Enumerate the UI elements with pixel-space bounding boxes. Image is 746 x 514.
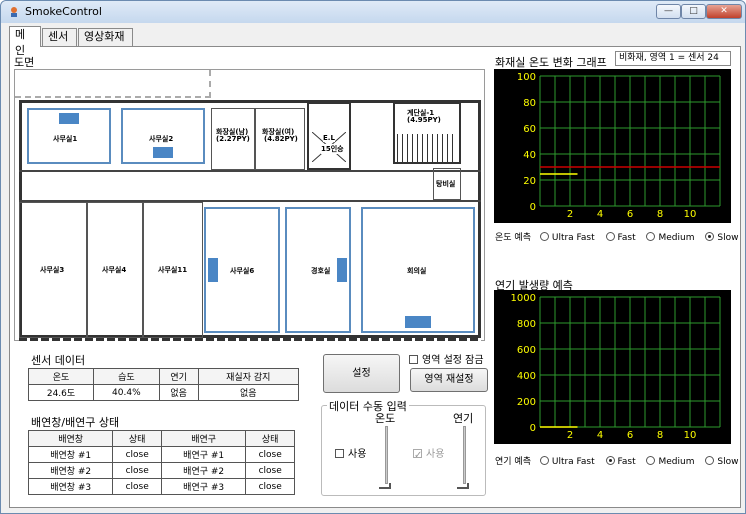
- sensor-marker: [405, 316, 431, 328]
- smoke-slider-track[interactable]: [463, 426, 466, 484]
- corridor-wall-top: [19, 170, 481, 172]
- temp-slider-track[interactable]: [385, 426, 388, 484]
- plan-bottom-wall: [19, 338, 481, 341]
- humidity-value: 40.4%: [93, 384, 160, 401]
- sensor-marker: [153, 147, 173, 158]
- y-tick-label: 600: [517, 345, 536, 356]
- sensor-marker: [337, 258, 347, 282]
- tab-video-fire[interactable]: 영상화재: [78, 28, 133, 46]
- table-row: 배연창 #3 close 배연구 #3 close: [27, 478, 295, 495]
- room-pantry: 탕비실: [433, 168, 461, 200]
- maximize-button[interactable]: □: [681, 4, 706, 19]
- x-tick-label: 4: [597, 430, 603, 441]
- minimize-button[interactable]: —: [656, 4, 681, 19]
- y-tick-label: 100: [517, 72, 536, 83]
- smoke-opt-fast[interactable]: Fast: [605, 456, 636, 467]
- y-tick-label: 800: [517, 319, 536, 330]
- smoke-slider-label: 연기: [453, 412, 474, 425]
- y-tick-label: 20: [523, 176, 536, 187]
- x-tick-label: 8: [657, 430, 663, 441]
- occupancy-value: 없음: [197, 384, 300, 401]
- y-tick-label: 0: [530, 423, 536, 434]
- room-guard[interactable]: 경호실: [285, 207, 351, 333]
- temp-slider-thumb[interactable]: [379, 483, 391, 489]
- room-meeting[interactable]: 회의실: [361, 207, 475, 333]
- temp-opt-fast[interactable]: Fast: [605, 232, 636, 243]
- temp-opt-slow[interactable]: Slow: [705, 232, 738, 243]
- x-tick-label: 2: [567, 209, 573, 220]
- x-tick-label: 10: [684, 430, 697, 441]
- room-elevator: E.L 15인승: [307, 102, 351, 170]
- room-office1[interactable]: 사무실1: [27, 108, 111, 164]
- y-tick-label: 400: [517, 371, 536, 382]
- sensor-data-table: 온도 습도 연기 재실자 감지 24.6도 40.4% 없음 없음: [27, 368, 300, 401]
- temp-value: 24.6도: [27, 384, 95, 401]
- x-tick-label: 6: [627, 209, 633, 220]
- table-row: 배연창 #1 close 배연구 #1 close: [27, 446, 295, 463]
- checkbox-box: [409, 355, 418, 364]
- room-restroom-f: 화장실(여) (4.82PY): [255, 108, 305, 170]
- area-reset-button[interactable]: 영역 재설정: [410, 368, 488, 392]
- temp-opt-ultrafast[interactable]: Ultra Fast: [539, 232, 595, 243]
- settings-button[interactable]: 설정: [323, 354, 400, 393]
- area-lock-checkbox[interactable]: 영역 설정 잠금: [409, 351, 484, 366]
- smoke-slider-thumb[interactable]: [457, 483, 469, 489]
- x-tick-label: 8: [657, 209, 663, 220]
- room-office4[interactable]: 사무실4: [87, 202, 143, 338]
- smoke-opt-medium[interactable]: Medium: [646, 456, 694, 467]
- x-tick-label: 4: [597, 209, 603, 220]
- y-tick-label: 0: [530, 202, 536, 213]
- y-tick-label: 40: [523, 150, 536, 161]
- tab-main[interactable]: 메인: [9, 26, 41, 57]
- room-office3[interactable]: 사무실3: [19, 202, 87, 338]
- x-tick-label: 6: [627, 430, 633, 441]
- y-tick-label: 80: [523, 98, 536, 109]
- y-tick-label: 60: [523, 124, 536, 135]
- table-row: 배연창 #2 close 배연구 #2 close: [27, 462, 295, 479]
- x-tick-label: 10: [684, 209, 697, 220]
- temp-predict-row: 온도 예측 Ultra Fast Fast Medium Slow: [495, 232, 739, 243]
- sensor-data-title: 센서 데이터: [31, 354, 86, 367]
- vents-title: 배연창/배연구 상태: [31, 416, 120, 429]
- temp-chart-title: 화재실 온도 변화 그래프: [495, 56, 607, 69]
- room-office6[interactable]: 사무실6: [204, 207, 280, 333]
- room-office2[interactable]: 사무실2: [121, 108, 205, 164]
- tab-sensor[interactable]: 센서: [42, 28, 77, 46]
- room-restroom-m: 화장실(남) (2.27PY): [211, 108, 255, 170]
- area-selector[interactable]: 비화재, 영역 1 = 센서 24: [615, 51, 731, 66]
- room-office11[interactable]: 사무실11: [143, 202, 203, 338]
- smoke-value: 없음: [158, 384, 199, 401]
- room-stair: 계단실-1 (4.95PY): [393, 102, 461, 164]
- title-bar: SmokeControl — □ ✕: [1, 1, 745, 23]
- smoke-predict-row: 연기 예측 Ultra Fast Fast Medium Slow: [495, 456, 739, 467]
- window-title: SmokeControl: [25, 5, 102, 18]
- smoke-opt-ultrafast[interactable]: Ultra Fast: [539, 456, 595, 467]
- smoke-opt-slow[interactable]: Slow: [705, 456, 738, 467]
- close-button[interactable]: ✕: [706, 4, 742, 19]
- app-window: SmokeControl — □ ✕ 메인 센서 영상화재 도면 사무실1 사무…: [0, 0, 746, 514]
- use-temp-checkbox[interactable]: 사용: [335, 445, 366, 460]
- temp-slider-label: 온도: [375, 412, 396, 425]
- manual-group-title: 데이터 수동 입력: [327, 398, 409, 414]
- use-smoke-checkbox: ✓ 사용: [413, 449, 445, 461]
- y-tick-label: 200: [517, 397, 536, 408]
- vents-table: 배연창 상태 배연구 상태 배연창 #1 close 배연구 #1 close 배연창 #2…: [27, 430, 295, 495]
- floor-plan[interactable]: 사무실1 사무실2 화장실(남) (2.27PY) 화장실(여) (4.82PY) …: [14, 69, 485, 341]
- smoke-chart: 0 200 400 600 800 1000 2 4 6 8 10: [494, 290, 731, 444]
- sensor-marker: [59, 113, 79, 124]
- temp-chart: 0 20 40 60 80 100 2 4 6 8 10: [494, 69, 731, 223]
- x-tick-label: 2: [567, 430, 573, 441]
- plan-dashed-area: [15, 70, 211, 98]
- app-icon: [11, 7, 17, 17]
- temp-opt-medium[interactable]: Medium: [646, 232, 694, 243]
- sensor-marker: [208, 258, 218, 282]
- y-tick-label: 1000: [511, 293, 536, 304]
